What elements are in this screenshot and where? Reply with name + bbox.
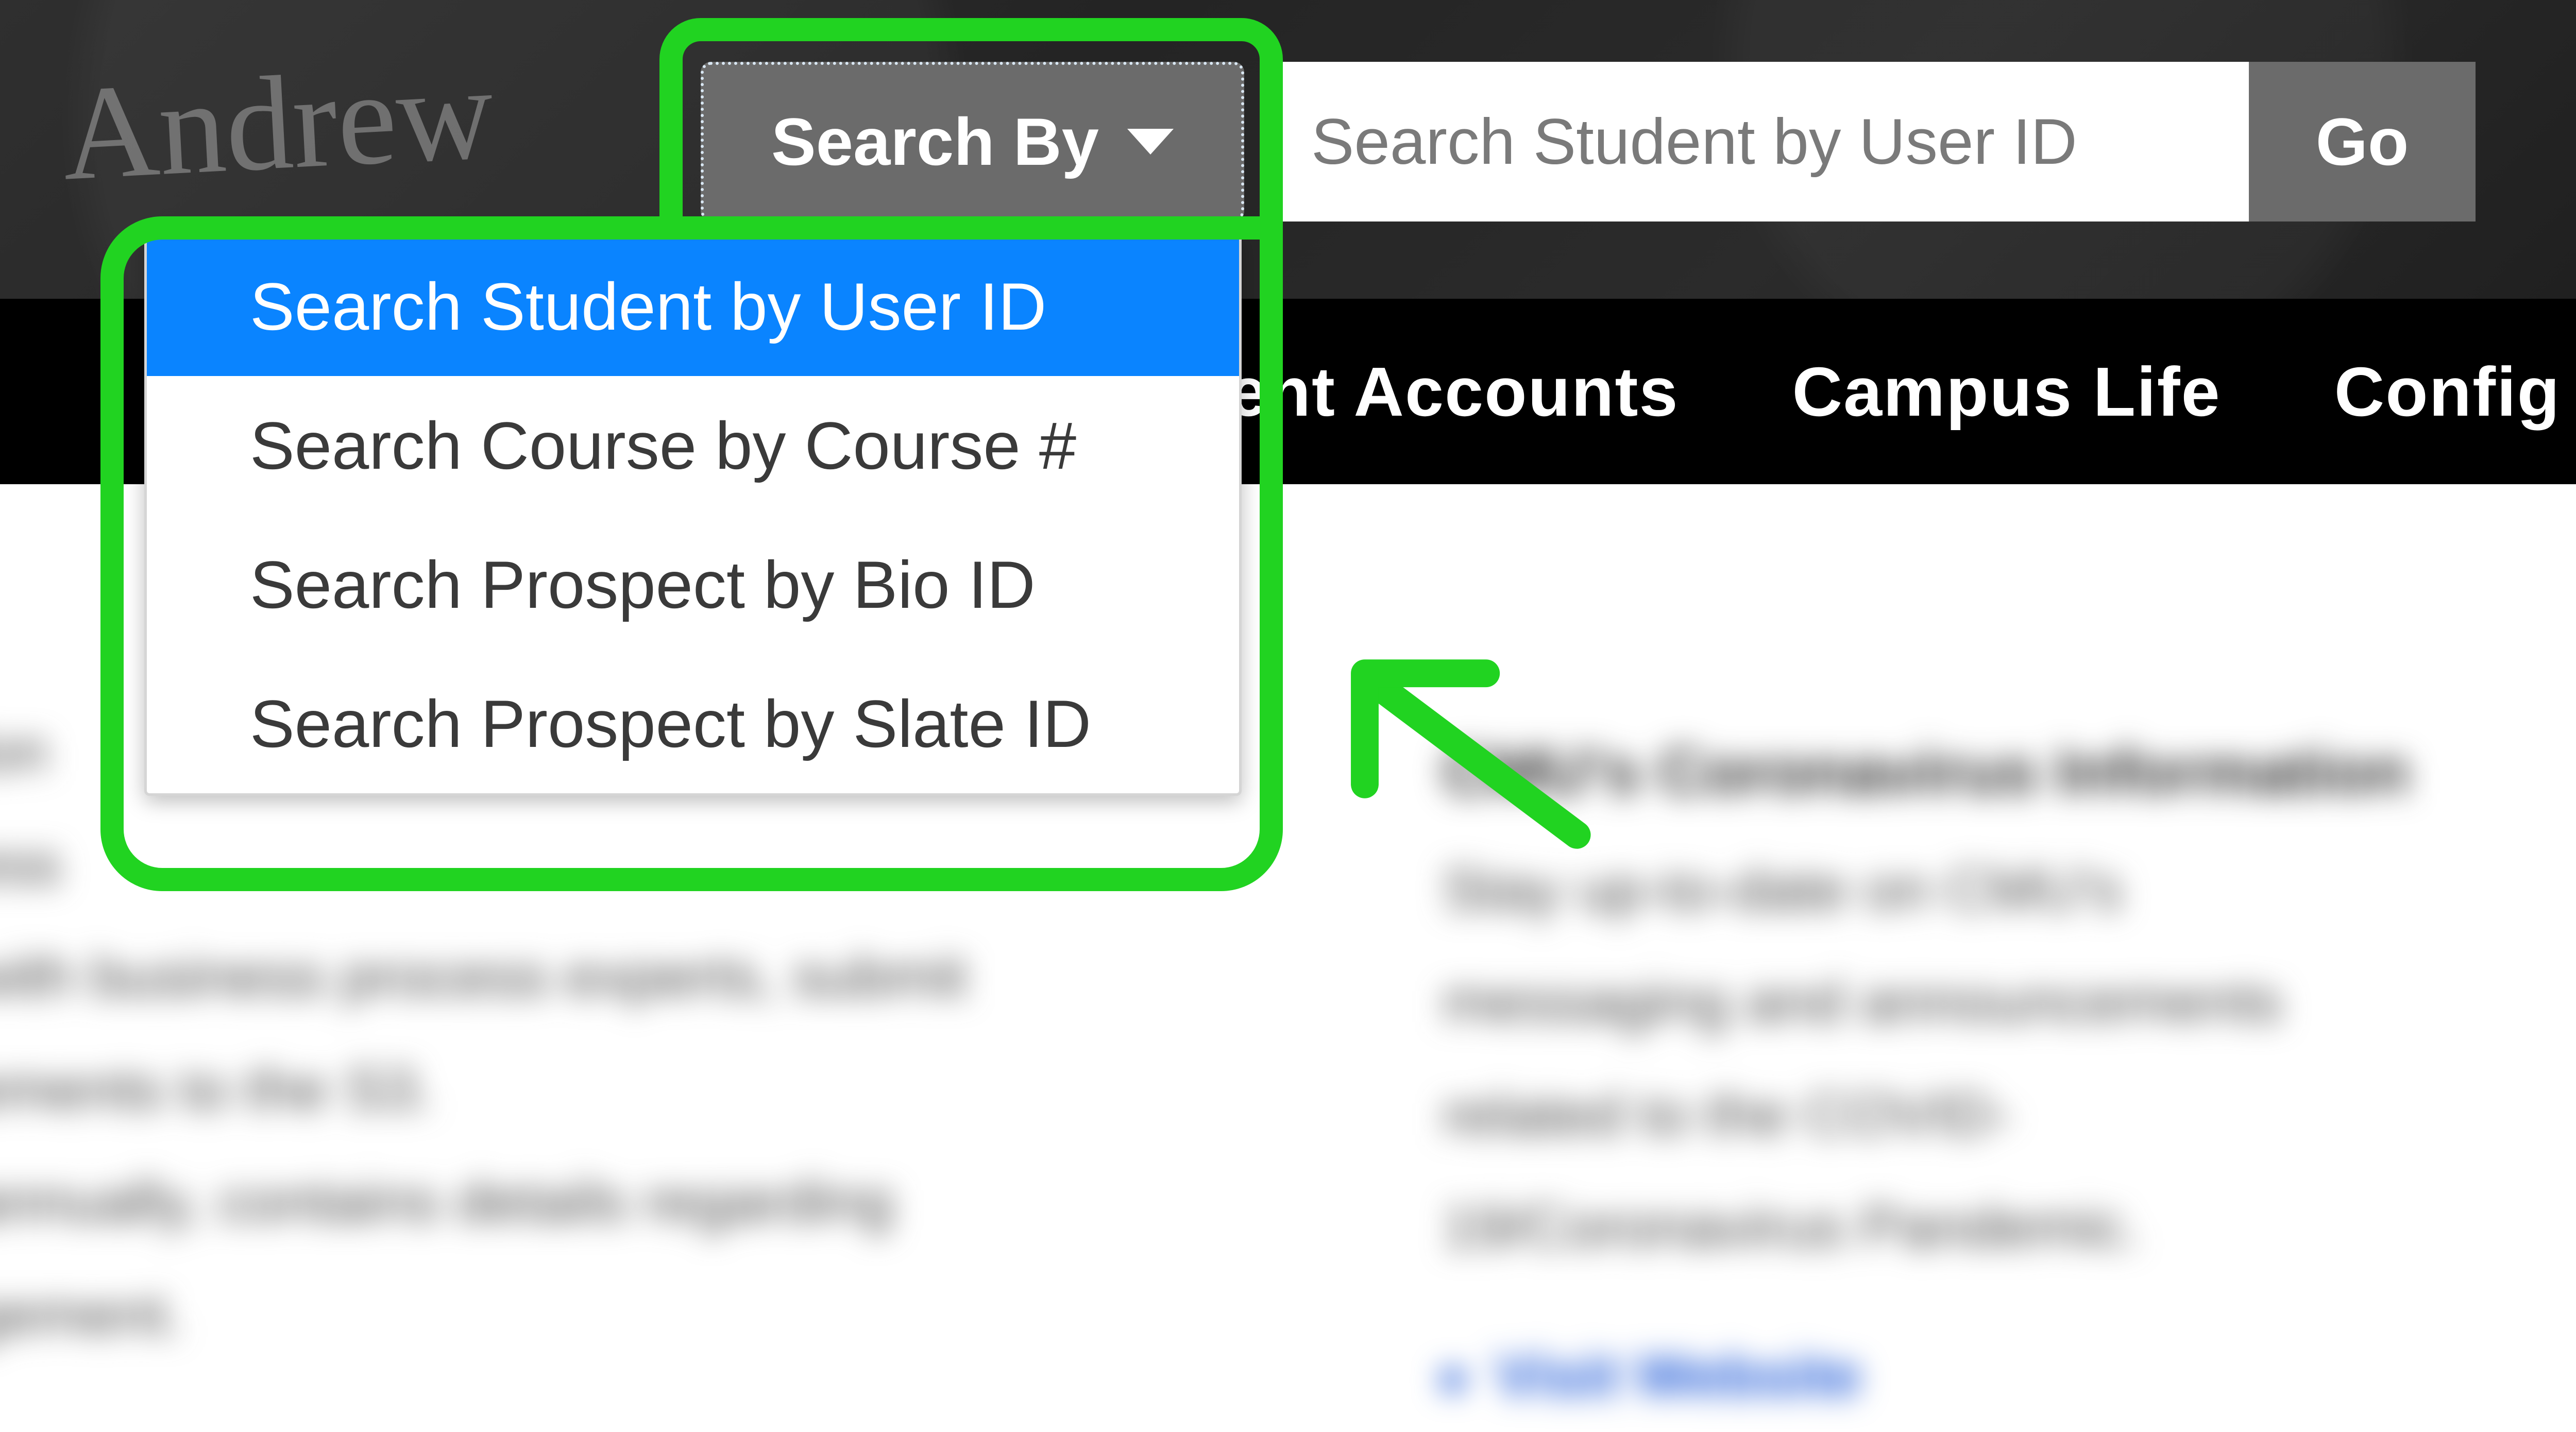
blurred-text-line: 19/Coronavirus Pandemic. — [1443, 1171, 2499, 1284]
search-input[interactable] — [1280, 62, 2249, 221]
go-button[interactable]: Go — [2249, 62, 2476, 221]
blurred-text-line: ess — [0, 808, 1051, 921]
blurred-link[interactable]: Visit Website — [1495, 1343, 1862, 1409]
blurred-text-line: annually, contains details regarding — [0, 1146, 1051, 1258]
bullet-icon — [1443, 1370, 1463, 1390]
caret-down-icon — [1127, 129, 1174, 155]
nav-item-config[interactable]: Config — [2334, 352, 2561, 432]
nav-item-campus-life[interactable]: Campus Life — [1792, 352, 2221, 432]
blurred-left-content: ion ess with business process experts, s… — [0, 695, 1051, 1371]
dropdown-option-course-number[interactable]: Search Course by Course # — [147, 376, 1239, 515]
nav-item-student-accounts[interactable]: dent Accounts — [1185, 352, 1679, 432]
blurred-text-line: ements to the S3. — [0, 1033, 1051, 1146]
blurred-text-line: Stay up-to-date on CMU's — [1443, 833, 2499, 946]
dropdown-option-prospect-bioid[interactable]: Search Prospect by Bio ID — [147, 515, 1239, 654]
search-by-label: Search By — [771, 103, 1099, 180]
blurred-text-line: gement. — [0, 1258, 1051, 1371]
blurred-right-content: CMU's Coronavirus Information Stay up-to… — [1443, 711, 2499, 1432]
dropdown-option-prospect-slateid[interactable]: Search Prospect by Slate ID — [147, 654, 1239, 793]
blurred-text-line: messaging and announcements — [1443, 946, 2499, 1059]
search-cluster: Search By Go — [701, 62, 2476, 221]
search-by-dropdown-menu: Search Student by User ID Search Course … — [144, 234, 1242, 796]
dropdown-option-student-userid[interactable]: Search Student by User ID — [147, 237, 1239, 376]
brand-script-logo: Andrew — [58, 35, 497, 211]
blurred-text-line: with business process experts, submit — [0, 920, 1051, 1033]
blurred-heading: CMU's Coronavirus Information — [1443, 711, 2499, 833]
blurred-text-line: related to the COVID- — [1443, 1059, 2499, 1171]
go-button-label: Go — [2316, 103, 2409, 180]
search-by-dropdown-button[interactable]: Search By — [701, 62, 1244, 221]
